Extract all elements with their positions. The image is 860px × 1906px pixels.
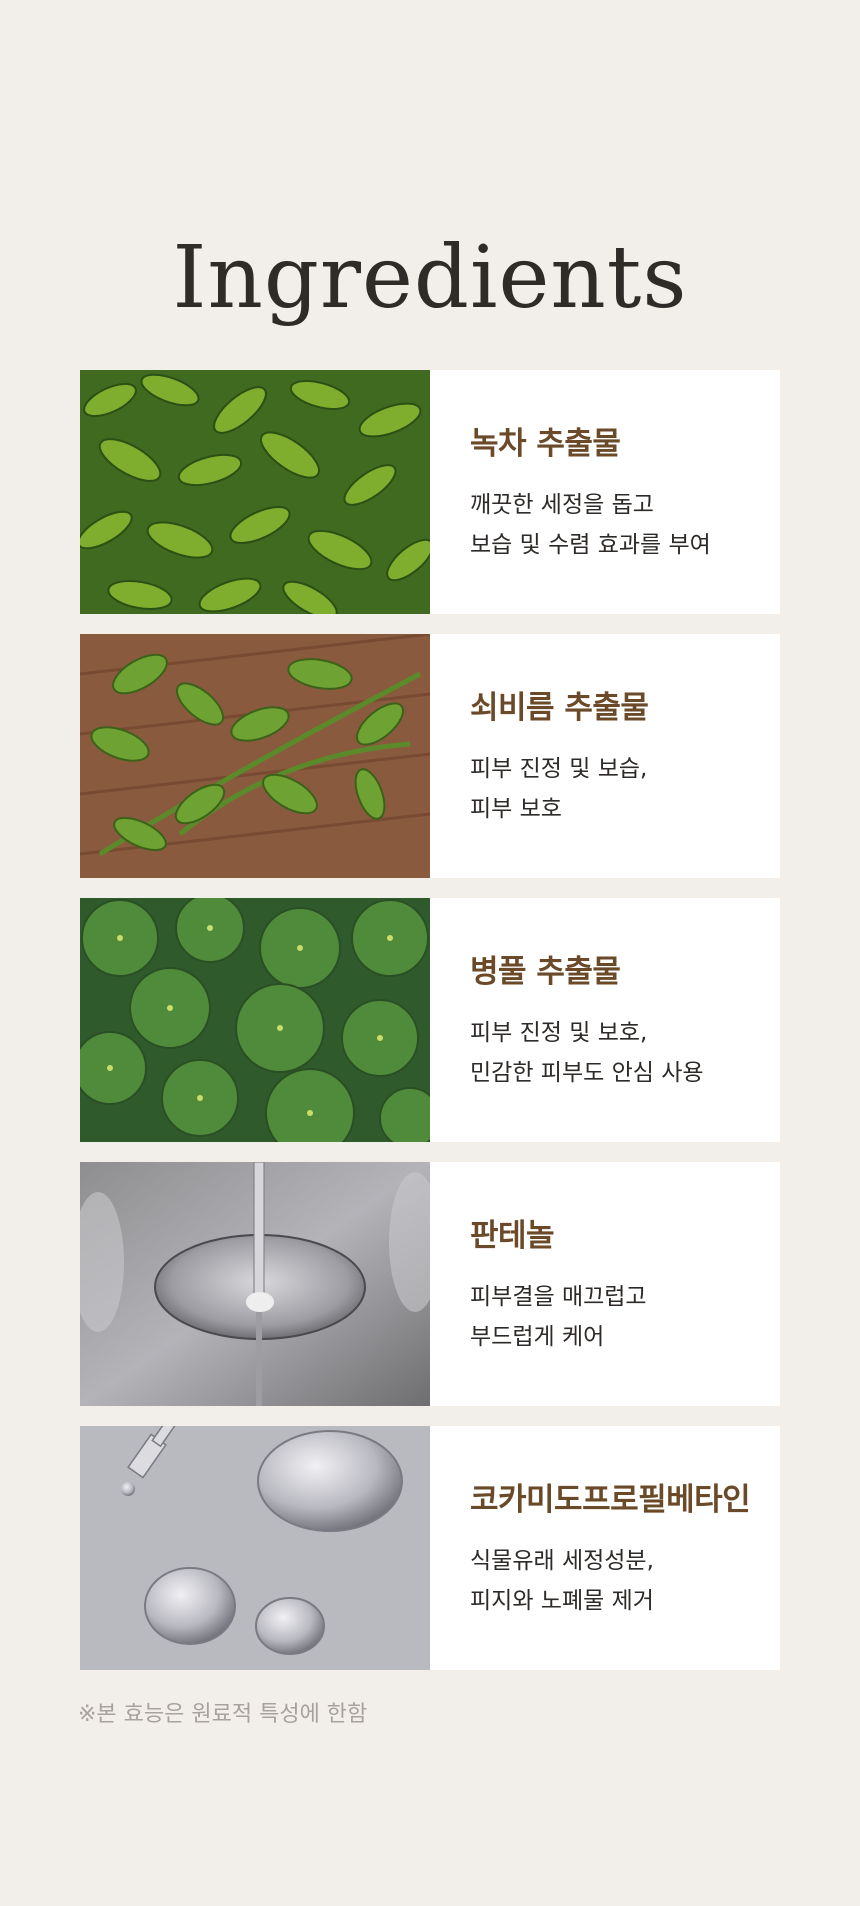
ingredient-card-green-tea: 녹차 추출물 깨끗한 세정을 돕고 보습 및 수렴 효과를 부여: [80, 370, 780, 614]
description-line: 식물유래 세정성분,: [470, 1548, 654, 1574]
ingredient-description: 피부결을 매끄럽고 부드럽게 케어: [470, 1277, 780, 1357]
description-line: 피부 진정 및 보습,: [470, 756, 648, 782]
ingredient-name: 병풀 추출물: [470, 954, 621, 990]
ingredient-text: 코카미도프로필베타인 식물유래 세정성분, 피지와 노폐물 제거: [430, 1426, 780, 1670]
green-tea-image: [80, 370, 430, 614]
ingredient-description: 식물유래 세정성분, 피지와 노폐물 제거: [470, 1541, 780, 1621]
ingredient-card-panthenol: 판테놀 피부결을 매끄럽고 부드럽게 케어: [80, 1162, 780, 1406]
ingredient-list: 녹차 추출물 깨끗한 세정을 돕고 보습 및 수렴 효과를 부여 쇠비름 추출물…: [80, 370, 780, 1690]
description-line: 피부 보호: [470, 796, 562, 822]
page-title: Ingredients: [172, 227, 688, 328]
ingredient-description: 깨끗한 세정을 돕고 보습 및 수렴 효과를 부여: [470, 485, 780, 565]
ingredient-text: 녹차 추출물 깨끗한 세정을 돕고 보습 및 수렴 효과를 부여: [430, 370, 780, 614]
description-line: 피부결을 매끄럽고: [470, 1284, 647, 1310]
disclaimer-note: ※본 효능은 원료적 특성에 한함: [78, 1702, 368, 1727]
ingredient-card-centella: 병풀 추출물 피부 진정 및 보호, 민감한 피부도 안심 사용: [80, 898, 780, 1142]
ingredient-card-purslane: 쇠비름 추출물 피부 진정 및 보습, 피부 보호: [80, 634, 780, 878]
ingredient-text: 판테놀 피부결을 매끄럽고 부드럽게 케어: [430, 1162, 780, 1406]
betaine-image: [80, 1426, 430, 1670]
description-line: 보습 및 수렴 효과를 부여: [470, 532, 711, 558]
description-line: 민감한 피부도 안심 사용: [470, 1060, 704, 1086]
ingredient-name: 쇠비름 추출물: [470, 690, 649, 726]
ingredient-name: 녹차 추출물: [470, 426, 621, 462]
ingredient-name: 코카미도프로필베타인: [470, 1482, 751, 1518]
ingredient-card-cocamidopropyl-betaine: 코카미도프로필베타인 식물유래 세정성분, 피지와 노폐물 제거: [80, 1426, 780, 1670]
description-line: 피부 진정 및 보호,: [470, 1020, 648, 1046]
panthenol-image: [80, 1162, 430, 1406]
ingredient-text: 쇠비름 추출물 피부 진정 및 보습, 피부 보호: [430, 634, 780, 878]
ingredient-description: 피부 진정 및 보습, 피부 보호: [470, 749, 780, 829]
centella-image: [80, 898, 430, 1142]
description-line: 피지와 노폐물 제거: [470, 1588, 654, 1614]
description-line: 부드럽게 케어: [470, 1324, 605, 1350]
ingredients-page: Ingredients 녹차 추출물 깨끗한 세정을 돕고 보습 및 수렴 효과…: [0, 0, 860, 1906]
ingredient-text: 병풀 추출물 피부 진정 및 보호, 민감한 피부도 안심 사용: [430, 898, 780, 1142]
ingredient-description: 피부 진정 및 보호, 민감한 피부도 안심 사용: [470, 1013, 780, 1093]
ingredient-name: 판테놀: [470, 1218, 555, 1254]
description-line: 깨끗한 세정을 돕고: [470, 492, 654, 518]
purslane-image: [80, 634, 430, 878]
